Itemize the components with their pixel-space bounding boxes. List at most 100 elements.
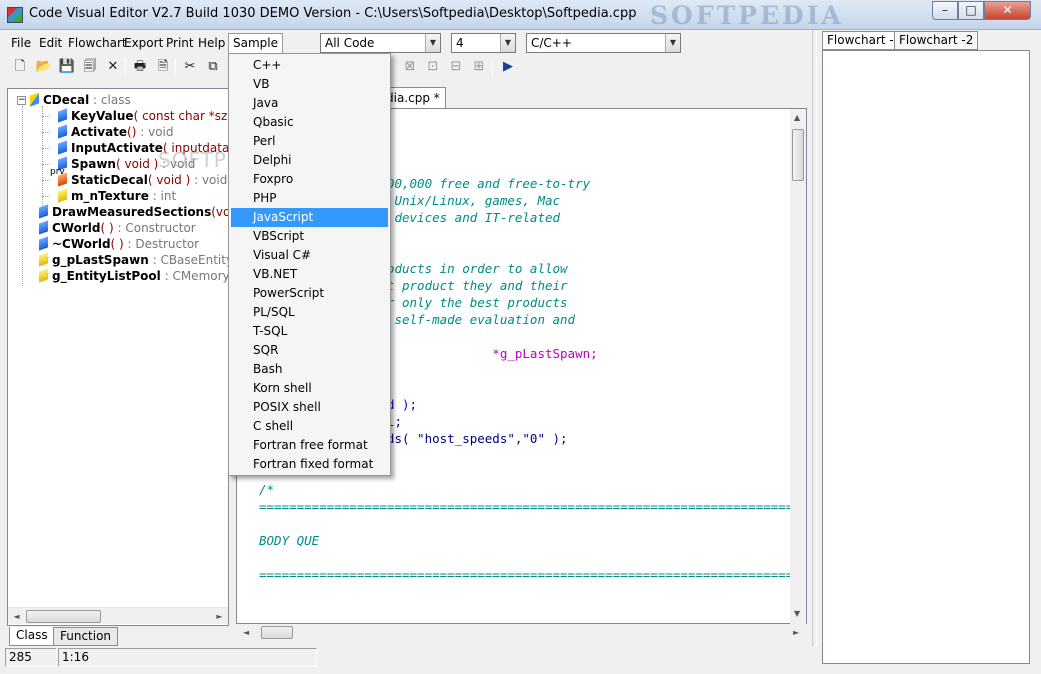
method-icon bbox=[58, 108, 67, 123]
menu-item-visual-c[interactable]: Visual C# bbox=[231, 246, 388, 265]
menu-item-php[interactable]: PHP bbox=[231, 189, 388, 208]
menu-print[interactable]: Print bbox=[162, 33, 198, 53]
scroll-thumb[interactable] bbox=[261, 626, 293, 639]
menu-item-pl-sql[interactable]: PL/SQL bbox=[231, 303, 388, 322]
menu-item-t-sql[interactable]: T-SQL bbox=[231, 322, 388, 341]
tree-item[interactable]: ~CWorld( ) : Destructor bbox=[39, 236, 199, 252]
menu-item-perl[interactable]: Perl bbox=[231, 132, 388, 151]
menu-file[interactable]: File bbox=[7, 33, 35, 53]
print-preview-icon[interactable]: 🗎 bbox=[153, 57, 173, 77]
menu-item-fortran-free-format[interactable]: Fortran free format bbox=[231, 436, 388, 455]
code-filter-select[interactable]: All Code ▼ bbox=[320, 33, 441, 53]
menu-item-vbscript[interactable]: VBScript bbox=[231, 227, 388, 246]
menu-sample[interactable]: Sample bbox=[228, 33, 283, 53]
menu-item-powerscript[interactable]: PowerScript bbox=[231, 284, 388, 303]
menu-export[interactable]: Export bbox=[120, 33, 167, 53]
method-icon bbox=[39, 220, 48, 235]
indent-size-select[interactable]: 4 ▼ bbox=[451, 33, 516, 53]
code-line[interactable]: BODY QUE bbox=[259, 532, 319, 549]
menu-item-delphi[interactable]: Delphi bbox=[231, 151, 388, 170]
print-icon[interactable]: 🖶 bbox=[130, 57, 150, 77]
panel-splitter[interactable] bbox=[812, 30, 817, 646]
private-method-icon bbox=[58, 172, 67, 187]
save-icon[interactable]: 💾 bbox=[57, 57, 77, 77]
menu-item-vb-net[interactable]: VB.NET bbox=[231, 265, 388, 284]
tree-item[interactable]: Activate() : void bbox=[58, 124, 174, 140]
cut-icon[interactable]: ✂ bbox=[180, 57, 200, 77]
run-icon[interactable]: ▶ bbox=[498, 57, 518, 77]
method-icon bbox=[58, 124, 67, 139]
field-icon bbox=[39, 252, 48, 267]
chevron-down-icon[interactable]: ▼ bbox=[500, 34, 515, 52]
softpedia-watermark: SOFTPEDIA bbox=[650, 1, 844, 30]
tree-item[interactable]: DrawMeasuredSections(void) : v bbox=[39, 204, 228, 220]
minimize-button[interactable]: – bbox=[932, 1, 958, 20]
tree-item[interactable]: CWorld( ) : Constructor bbox=[39, 220, 196, 236]
field-icon bbox=[39, 268, 48, 283]
menu-item-fortran-fixed-format[interactable]: Fortran fixed format bbox=[231, 455, 388, 474]
maximize-button[interactable]: □ bbox=[958, 1, 984, 20]
flow-tool-3-icon[interactable]: ⊟ bbox=[446, 57, 466, 77]
open-folder-icon[interactable]: 📂 bbox=[34, 57, 54, 77]
code-filter-value: All Code bbox=[325, 36, 375, 50]
flow-tool-2-icon[interactable]: ⊡ bbox=[423, 57, 443, 77]
menu-help[interactable]: Help bbox=[194, 33, 229, 53]
code-token: ========================================… bbox=[259, 567, 801, 582]
editor-vertical-scrollbar[interactable]: ▲ ▼ bbox=[790, 109, 806, 624]
tree-horizontal-scrollbar[interactable]: ◄ ► bbox=[8, 607, 228, 624]
scroll-down-icon[interactable]: ▼ bbox=[794, 609, 800, 618]
tree-item[interactable]: m_nTexture : int bbox=[58, 188, 176, 204]
class-icon bbox=[30, 92, 39, 107]
scroll-thumb[interactable] bbox=[26, 610, 101, 623]
language-value: C/C++ bbox=[531, 36, 572, 50]
code-token: "host_speeds","0" bbox=[417, 431, 545, 446]
new-file-icon[interactable]: 🗋 bbox=[10, 57, 30, 77]
flow-tool-1-icon[interactable]: ⊠ bbox=[400, 57, 420, 77]
menu-item-java[interactable]: Java bbox=[231, 94, 388, 113]
collapse-icon[interactable]: − bbox=[17, 96, 26, 105]
code-token: /* bbox=[259, 482, 275, 497]
tab-class[interactable]: Class bbox=[9, 627, 55, 646]
editor-horizontal-scrollbar[interactable]: ◄ ► bbox=[237, 624, 807, 641]
flowchart-canvas[interactable] bbox=[822, 50, 1030, 664]
scroll-left-icon[interactable]: ◄ bbox=[243, 628, 249, 637]
tree-item[interactable]: CDecal : class bbox=[30, 92, 131, 108]
status-cursor-position: 1:16 bbox=[58, 648, 317, 667]
menu-item-sqr[interactable]: SQR bbox=[231, 341, 388, 360]
save-all-icon[interactable]: 🗐 bbox=[80, 57, 100, 77]
flow-tool-4-icon[interactable]: ⊞ bbox=[469, 57, 489, 77]
code-line[interactable]: ========================================… bbox=[259, 566, 801, 583]
menu-item-javascript[interactable]: JavaScript bbox=[231, 208, 388, 227]
tree-item[interactable]: g_pLastSpawn : CBaseEntity* bbox=[39, 252, 228, 268]
menu-item-posix-shell[interactable]: POSIX shell bbox=[231, 398, 388, 417]
menu-edit[interactable]: Edit bbox=[35, 33, 66, 53]
code-token: BODY QUE bbox=[259, 533, 320, 548]
tree-item[interactable]: KeyValue( const char *szKeyN bbox=[58, 108, 228, 124]
chevron-down-icon[interactable]: ▼ bbox=[665, 34, 680, 52]
menu-item-bash[interactable]: Bash bbox=[231, 360, 388, 379]
tab-flowchart-2[interactable]: Flowchart -2 bbox=[894, 31, 979, 50]
menu-item-c[interactable]: C++ bbox=[231, 56, 388, 75]
menu-item-qbasic[interactable]: Qbasic bbox=[231, 113, 388, 132]
scroll-left-icon[interactable]: ◄ bbox=[8, 608, 25, 625]
language-select[interactable]: C/C++ ▼ bbox=[526, 33, 681, 53]
code-line[interactable]: ========================================… bbox=[259, 498, 801, 515]
tree-item[interactable]: StaticDecal( void ) : void bbox=[58, 172, 227, 188]
code-line[interactable]: /* bbox=[259, 481, 274, 498]
close-button[interactable]: ✕ bbox=[984, 1, 1031, 20]
copy-icon[interactable]: ⧉ bbox=[203, 57, 223, 77]
menu-item-c-shell[interactable]: C shell bbox=[231, 417, 388, 436]
close-file-icon[interactable]: ✕ bbox=[103, 57, 123, 77]
scroll-right-icon[interactable]: ► bbox=[211, 608, 228, 625]
chevron-down-icon[interactable]: ▼ bbox=[425, 34, 440, 52]
menu-item-korn-shell[interactable]: Korn shell bbox=[231, 379, 388, 398]
menu-item-vb[interactable]: VB bbox=[231, 75, 388, 94]
menu-item-foxpro[interactable]: Foxpro bbox=[231, 170, 388, 189]
tree-item[interactable]: g_EntityListPool : CMemoryPool bbox=[39, 268, 228, 284]
scroll-thumb[interactable] bbox=[792, 129, 804, 181]
method-icon bbox=[39, 236, 48, 251]
tab-function[interactable]: Function bbox=[53, 627, 119, 646]
sample-dropdown-menu: C++ VB Java Qbasic Perl Delphi Foxpro PHP JavaSc… bbox=[228, 53, 391, 476]
scroll-up-icon[interactable]: ▲ bbox=[794, 113, 800, 122]
scroll-right-icon[interactable]: ► bbox=[793, 628, 799, 637]
